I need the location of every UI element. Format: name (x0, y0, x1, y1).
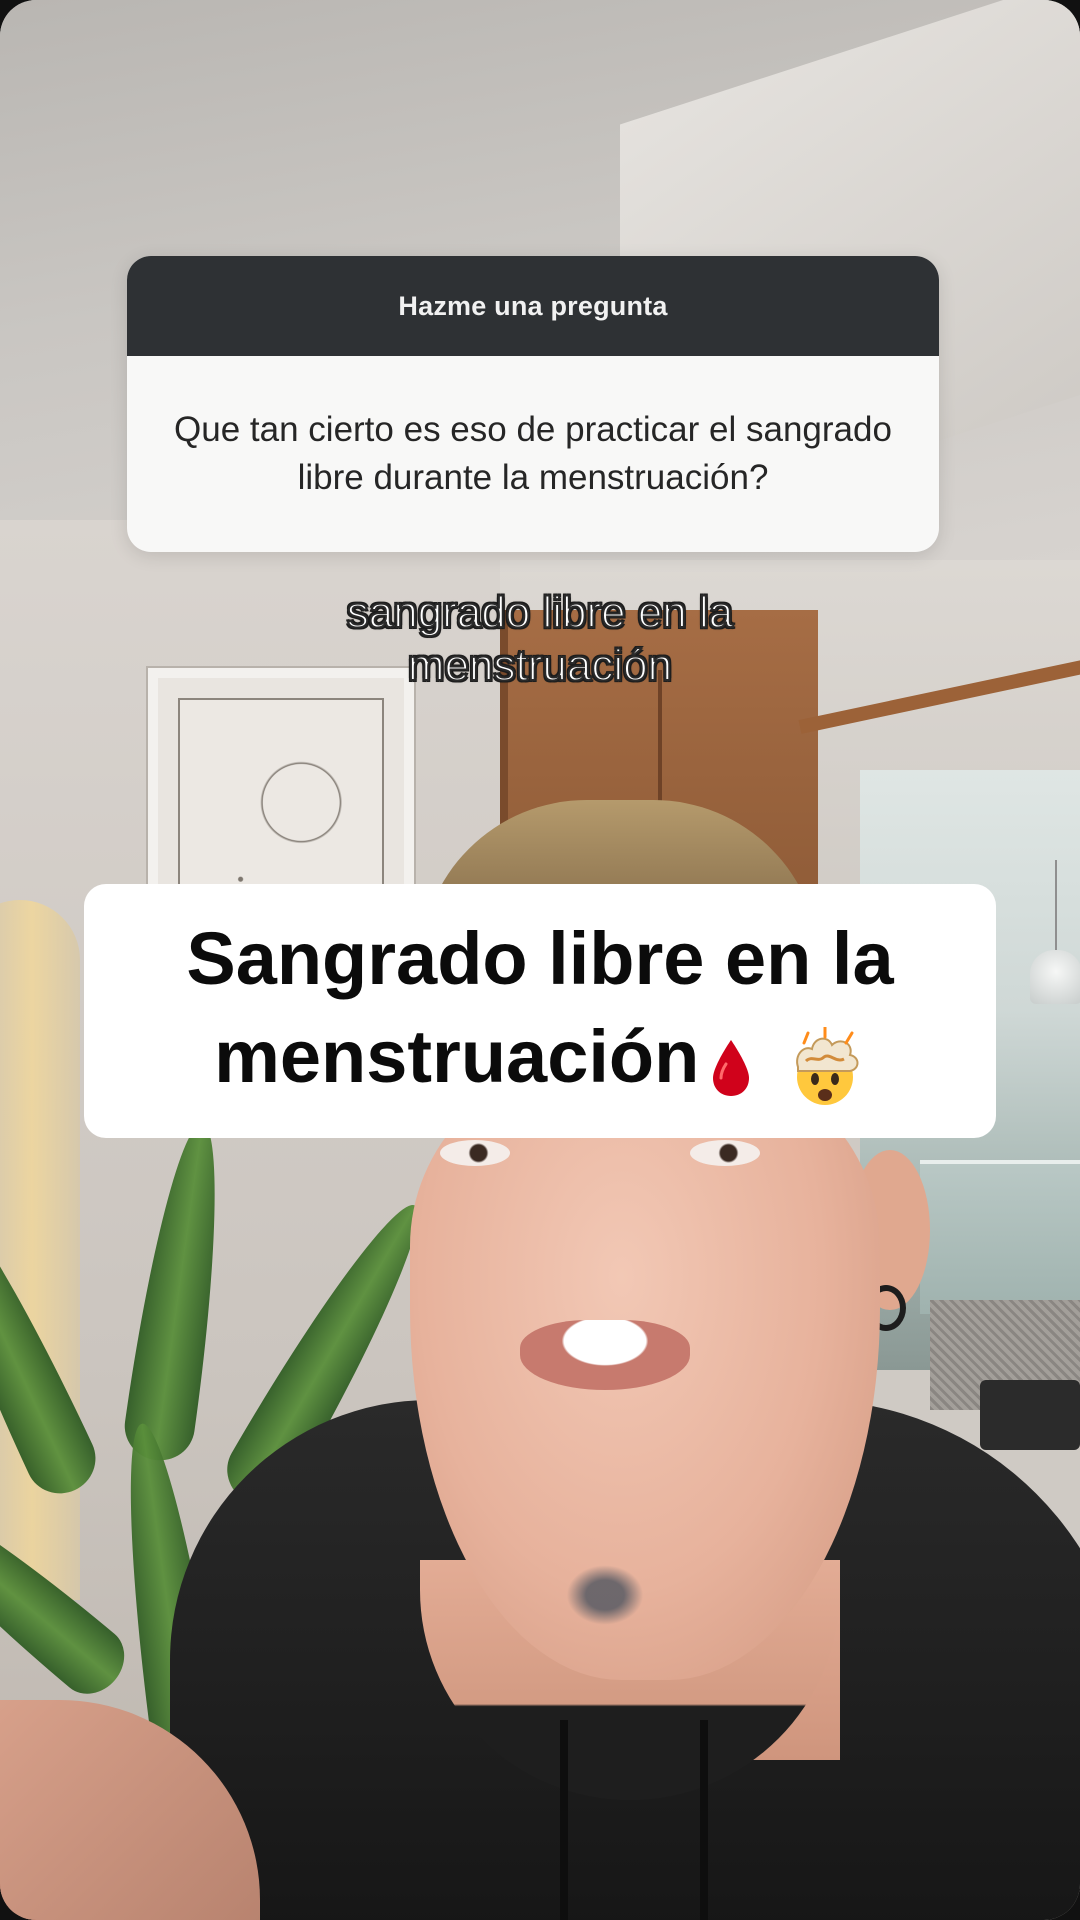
coffee-machine (980, 1380, 1080, 1450)
pendant-lamp (1030, 950, 1080, 1004)
mouth (520, 1320, 690, 1390)
caption-line-1: sangrado libre en la (346, 587, 734, 638)
title-text: Sangrado libre en la menstruación (186, 910, 894, 1111)
lamp-wire (1055, 860, 1057, 955)
question-sticker-body: Que tan cierto es eso de practicar el sa… (127, 356, 939, 552)
kitchen-shelf (920, 1160, 1080, 1314)
right-eye (690, 1140, 760, 1166)
drop-of-blood-icon (713, 1040, 750, 1097)
arch-light (0, 900, 80, 1600)
hoodie-drawstring (560, 1720, 568, 1920)
title-banner: Sangrado libre en la menstruación (84, 884, 996, 1138)
question-text: Que tan cierto es eso de practicar el sa… (174, 410, 892, 497)
emoji-group (709, 1014, 866, 1112)
caption-line-2: menstruación (407, 640, 673, 691)
title-line-2: menstruación (214, 1015, 700, 1099)
story-viewer[interactable]: Hazme una pregunta Que tan cierto es eso… (0, 0, 1080, 1920)
caption-text: sangrado libre en la menstruación (240, 586, 840, 692)
question-sticker[interactable]: Hazme una pregunta Que tan cierto es eso… (127, 256, 939, 552)
title-line-1: Sangrado libre en la (186, 917, 894, 1001)
question-sticker-header: Hazme una pregunta (127, 256, 939, 356)
left-eye (440, 1140, 510, 1166)
neck-tattoo (560, 1560, 650, 1630)
title-line-2-row: menstruación (186, 1008, 893, 1111)
question-sticker-title: Hazme una pregunta (398, 290, 668, 321)
hoodie-drawstring (700, 1720, 708, 1920)
exploding-head-icon (796, 1027, 859, 1106)
